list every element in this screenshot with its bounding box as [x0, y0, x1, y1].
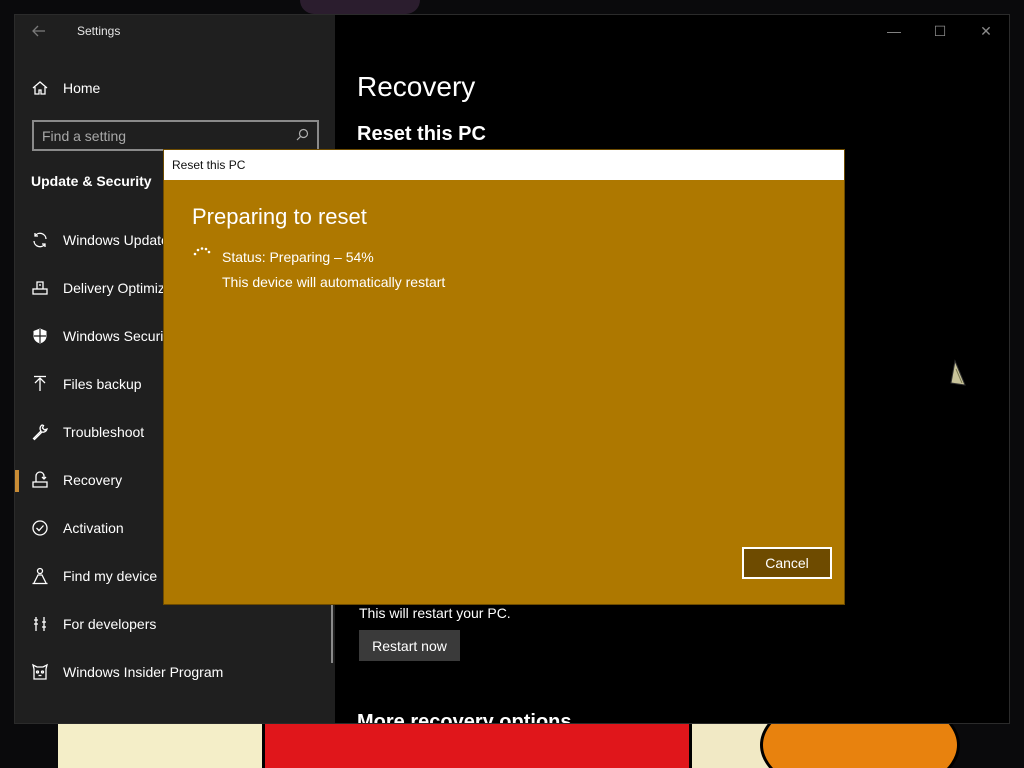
dialog-title-bar: Reset this PC	[164, 150, 844, 180]
search-input[interactable]: Find a setting	[32, 120, 319, 151]
maximize-icon[interactable]: ☐	[917, 15, 963, 47]
sidebar-item-label: Find my device	[63, 568, 158, 584]
sidebar-item-windows-insider[interactable]: Windows Insider Program	[15, 648, 335, 696]
search-placeholder: Find a setting	[42, 127, 127, 144]
restart-notice: This device will automatically restart	[222, 274, 446, 290]
person-pin-icon	[31, 567, 49, 585]
wallpaper-shape	[262, 724, 692, 768]
check-circle-icon	[31, 519, 49, 537]
upload-icon	[31, 375, 49, 393]
cancel-button[interactable]: Cancel	[742, 547, 832, 579]
close-icon[interactable]: ✕	[963, 15, 1009, 47]
minimize-icon[interactable]: —	[871, 15, 917, 47]
reset-section-title: Reset this PC	[357, 123, 486, 145]
wallpaper-shape	[58, 724, 262, 768]
sidebar-item-home[interactable]: Home	[31, 73, 100, 103]
section-title: Update & Security	[31, 173, 152, 189]
sidebar-item-label: Activation	[63, 520, 124, 536]
busy-cursor-icon	[949, 359, 971, 394]
sidebar-item-label: Recovery	[63, 472, 123, 488]
restart-now-button[interactable]: Restart now	[359, 630, 460, 661]
sidebar-item-for-developers[interactable]: For developers	[15, 600, 335, 648]
window-title: Settings	[77, 24, 121, 38]
sidebar-item-label: Windows Security	[63, 328, 175, 344]
more-recovery-title: More recovery options	[357, 711, 572, 724]
sidebar-item-label: Files backup	[63, 376, 142, 392]
loading-spinner-icon	[192, 244, 212, 258]
search-icon[interactable]	[296, 128, 309, 144]
reset-dialog: Reset this PC Preparing to reset Status:…	[164, 150, 844, 604]
recovery-icon	[31, 471, 49, 489]
sidebar-scrollbar[interactable]	[331, 605, 333, 663]
wallpaper-shape	[300, 0, 420, 14]
home-label: Home	[63, 80, 101, 96]
window-controls: — ☐ ✕	[871, 15, 1009, 47]
dialog-heading: Preparing to reset	[192, 204, 367, 229]
title-bar: Settings — ☐ ✕	[15, 15, 1009, 47]
cat-icon	[31, 663, 49, 681]
home-icon	[31, 79, 49, 97]
sidebar-item-label: For developers	[63, 616, 157, 632]
developer-icon	[31, 615, 49, 633]
shield-icon	[31, 327, 49, 345]
sidebar-item-label: Windows Insider Program	[63, 664, 224, 680]
dialog-title: Reset this PC	[172, 158, 246, 172]
status-text: Status: Preparing – 54%	[222, 249, 374, 265]
restart-note: This will restart your PC.	[359, 605, 511, 621]
sidebar-item-label: Windows Update	[63, 232, 169, 248]
sidebar-item-label: Troubleshoot	[63, 424, 145, 440]
wrench-icon	[31, 423, 49, 441]
sync-icon	[31, 231, 49, 249]
delivery-icon	[31, 279, 49, 297]
back-arrow-icon[interactable]	[15, 15, 63, 47]
page-title: Recovery	[357, 71, 476, 102]
